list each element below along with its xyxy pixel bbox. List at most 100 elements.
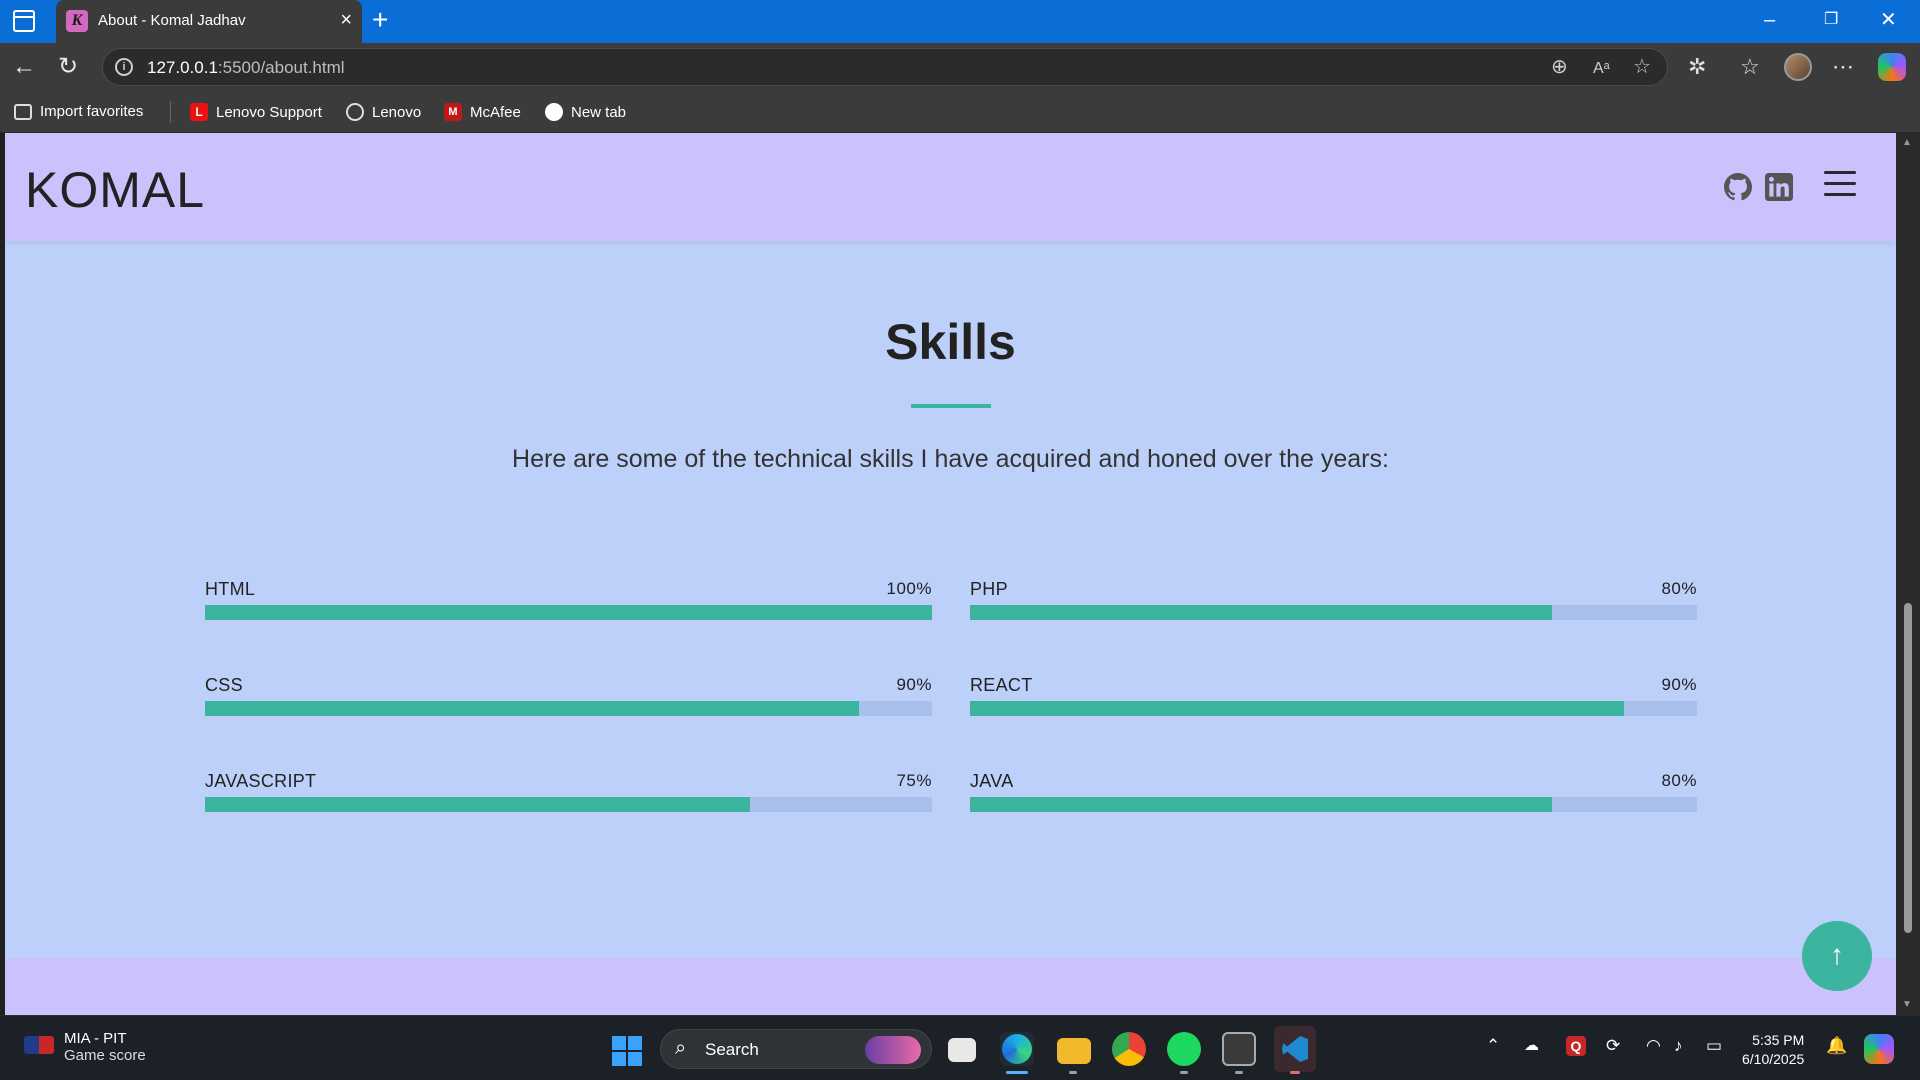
- skill-php: PHP 80%: [970, 579, 1697, 639]
- skill-name: PHP: [970, 579, 1008, 599]
- page-title: Skills: [885, 314, 1016, 370]
- import-icon: [14, 103, 32, 120]
- tray-overflow-icon[interactable]: ⌃: [1486, 1036, 1500, 1056]
- taskbar-search[interactable]: ⌕ Search: [660, 1029, 932, 1069]
- page-viewport: KOMAL Skills Here are some of the techni…: [5, 133, 1896, 1015]
- back-to-top-button[interactable]: ↑: [1802, 921, 1872, 991]
- widget-game-score[interactable]: MIA - PIT Game score: [24, 1030, 146, 1064]
- tab-title: About - Komal Jadhav: [98, 12, 246, 29]
- bookmark-label: McAfee: [470, 103, 521, 121]
- task-view-icon[interactable]: [948, 1038, 976, 1062]
- terminal-icon[interactable]: [1222, 1032, 1256, 1066]
- sidebar-toggle-icon[interactable]: [13, 10, 35, 32]
- skill-track: [970, 605, 1697, 620]
- skill-percent: 90%: [1661, 675, 1697, 694]
- extensions-icon[interactable]: ✲: [1688, 53, 1706, 81]
- scrollbar-thumb[interactable]: [1904, 603, 1912, 933]
- spotify-icon[interactable]: [1167, 1032, 1201, 1066]
- url-path: :5500/about.html: [217, 58, 345, 77]
- zoom-icon[interactable]: ⊕: [1551, 55, 1568, 79]
- skill-javascript: JAVASCRIPT 75%: [205, 771, 932, 831]
- onedrive-icon[interactable]: ☁: [1524, 1036, 1539, 1054]
- copilot-icon[interactable]: [1878, 53, 1906, 81]
- tab-close-icon[interactable]: ×: [340, 9, 352, 31]
- skill-percent: 100%: [886, 579, 932, 598]
- search-icon: ⌕: [675, 1037, 687, 1059]
- bookmark-label: Lenovo: [372, 103, 422, 121]
- skill-fill: [970, 605, 1552, 620]
- widget-title: MIA - PIT: [64, 1030, 127, 1047]
- skill-track: [970, 701, 1697, 716]
- bookmark-label: Lenovo Support: [216, 103, 322, 121]
- footer-strip: [5, 958, 1896, 1015]
- address-bar[interactable]: i 127.0.0.1:5500/about.html ⊕ Aᵃ ☆: [102, 48, 1668, 86]
- back-icon[interactable]: ←: [12, 53, 36, 81]
- site-info-icon[interactable]: i: [115, 58, 133, 76]
- bookmark-import-favorites[interactable]: Import favorites: [14, 103, 143, 120]
- file-explorer-icon[interactable]: [1057, 1038, 1091, 1064]
- sync-icon[interactable]: ⟳: [1606, 1036, 1620, 1056]
- github-icon[interactable]: [1724, 173, 1752, 201]
- skill-html: HTML 100%: [205, 579, 932, 639]
- scroll-down-icon[interactable]: ▼: [1902, 999, 1912, 1010]
- search-highlight-icon: [865, 1036, 921, 1064]
- widget-subtitle: Game score: [64, 1047, 146, 1064]
- bookmarks-bar: Import favorites L Lenovo Support Lenovo…: [0, 93, 1920, 133]
- favorite-star-icon[interactable]: ☆: [1633, 55, 1651, 79]
- site-logo[interactable]: KOMAL: [25, 161, 205, 219]
- skill-percent: 80%: [1661, 771, 1697, 790]
- explorer-indicator: [1069, 1071, 1077, 1074]
- skill-fill: [205, 701, 860, 716]
- favorites-icon[interactable]: ☆: [1740, 53, 1760, 81]
- circle-icon: [545, 103, 563, 121]
- restore-icon[interactable]: ❐: [1824, 6, 1838, 34]
- section-subtitle: Here are some of the technical skills I …: [512, 445, 1389, 473]
- new-tab-icon[interactable]: +: [372, 6, 388, 34]
- bookmark-lenovo[interactable]: Lenovo: [346, 103, 421, 121]
- skill-track: [205, 701, 932, 716]
- globe-icon: [346, 103, 364, 121]
- skill-name: REACT: [970, 675, 1033, 695]
- browser-title-bar: K About - Komal Jadhav × + – ❐ ✕: [0, 0, 1920, 43]
- copilot-taskbar-icon[interactable]: [1864, 1034, 1894, 1064]
- spotify-indicator: [1180, 1071, 1188, 1074]
- skill-percent: 90%: [896, 675, 932, 694]
- clock-time: 5:35 PM: [1752, 1032, 1805, 1048]
- title-underline: [911, 404, 991, 408]
- bookmark-new-tab[interactable]: New tab: [545, 103, 626, 121]
- url-text[interactable]: 127.0.0.1:5500/about.html: [147, 58, 345, 78]
- arrow-up-icon: ↑: [1830, 939, 1844, 970]
- notification-bell-icon[interactable]: 🔔: [1826, 1036, 1847, 1056]
- skill-name: HTML: [205, 579, 256, 599]
- quick-heal-icon[interactable]: Q: [1566, 1036, 1586, 1056]
- lenovo-l-icon: L: [190, 103, 208, 121]
- windows-start-icon[interactable]: [612, 1036, 642, 1066]
- vscode-icon[interactable]: [1274, 1026, 1316, 1072]
- site-header: KOMAL: [5, 133, 1896, 241]
- skill-fill: [205, 797, 751, 812]
- browser-tab-active[interactable]: K About - Komal Jadhav ×: [56, 0, 362, 43]
- profile-avatar[interactable]: [1784, 53, 1812, 81]
- system-clock[interactable]: 5:35 PM 6/10/2025: [1742, 1031, 1804, 1069]
- skill-percent: 75%: [896, 771, 932, 790]
- skill-name: CSS: [205, 675, 243, 695]
- wifi-icon[interactable]: ◠: [1646, 1036, 1661, 1056]
- read-aloud-icon[interactable]: Aᵃ: [1593, 57, 1610, 81]
- hamburger-menu-icon[interactable]: [1824, 171, 1856, 197]
- minimize-icon[interactable]: –: [1764, 6, 1775, 34]
- refresh-icon[interactable]: ↻: [58, 53, 78, 81]
- bookmark-separator: [170, 101, 171, 123]
- bookmark-mcafee[interactable]: M McAfee: [444, 103, 521, 121]
- bookmark-lenovo-support[interactable]: L Lenovo Support: [190, 103, 322, 121]
- page-scrollbar[interactable]: ▲ ▼: [1896, 133, 1920, 1015]
- volume-icon[interactable]: ♪: [1674, 1036, 1683, 1056]
- scroll-up-icon[interactable]: ▲: [1902, 137, 1912, 148]
- battery-icon[interactable]: ▭: [1706, 1036, 1722, 1056]
- skill-name: JAVA: [970, 771, 1014, 791]
- linkedin-icon[interactable]: [1765, 173, 1793, 201]
- edge-app-icon[interactable]: [1000, 1032, 1034, 1066]
- address-bar-row: ← ↻ i 127.0.0.1:5500/about.html ⊕ Aᵃ ☆ ✲…: [0, 43, 1920, 93]
- chrome-icon[interactable]: [1112, 1032, 1146, 1066]
- close-window-icon[interactable]: ✕: [1880, 6, 1897, 34]
- more-menu-icon[interactable]: ⋯: [1832, 53, 1854, 81]
